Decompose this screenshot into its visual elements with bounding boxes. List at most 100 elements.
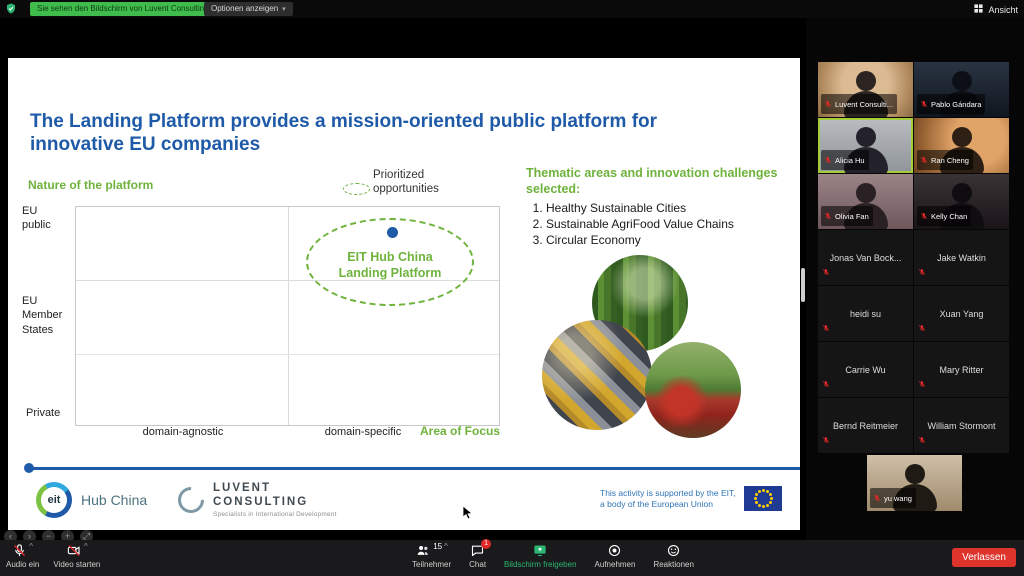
y-axis-label-private: Private [26, 406, 60, 420]
participant-tile[interactable]: Xuan Yang [914, 286, 1009, 341]
chat-icon: 1 [470, 543, 485, 563]
participant-tile[interactable]: Jake Watkin [914, 230, 1009, 285]
participant-name: William Stormont [927, 421, 995, 431]
luvent-tagline: Specialists in International Development [213, 511, 337, 518]
mic-muted-icon [822, 431, 830, 449]
view-button[interactable]: Ansicht [973, 3, 1018, 16]
participant-tile[interactable]: Carrie Wu [818, 342, 913, 397]
share-screen-button[interactable]: Bildschirm freigeben [504, 543, 576, 569]
participants-button[interactable]: 15^ Teilnehmer [412, 543, 451, 569]
audio-button[interactable]: ^ Audio ein [6, 543, 39, 569]
y-axis-label-eu-member-states: EU Member States [22, 294, 74, 337]
matrix-horizontal-gridline-2 [76, 354, 499, 355]
participant-name: Jonas Van Bock... [830, 253, 902, 263]
participant-tile[interactable]: Ran Cheng [914, 118, 1009, 173]
participant-tile[interactable]: William Stormont [914, 398, 1009, 453]
mouse-cursor [462, 505, 473, 525]
mic-muted-icon [920, 151, 928, 169]
participant-name: Olivia Fan [835, 212, 869, 221]
thematic-item-1: Healthy Sustainable Cities [546, 200, 794, 216]
mic-muted-icon [918, 431, 926, 449]
mic-muted-icon [822, 263, 830, 281]
mic-muted-icon [822, 319, 830, 337]
participant-tile[interactable]: Kelly Chan [914, 174, 1009, 229]
participant-tile[interactable]: Olivia Fan [818, 174, 913, 229]
name-strip: Alicia Hu [821, 150, 869, 170]
thematic-item-3: Circular Economy [546, 232, 794, 248]
eu-support-text: This activity is supported by the EIT, a… [600, 488, 738, 511]
participant-tile[interactable]: Mary Ritter [914, 342, 1009, 397]
zoom-window: Sie sehen den Bildschirm von Luvent Cons… [0, 0, 1024, 576]
security-shield-icon[interactable] [5, 2, 17, 20]
view-options-label: Optionen anzeigen [211, 4, 278, 13]
thematic-item-2: Sustainable AgriFood Value Chains [546, 216, 794, 232]
video-button[interactable]: ^ Video starten [53, 543, 100, 569]
slide-title: The Landing Platform provides a mission-… [30, 110, 685, 156]
mic-muted-icon [824, 95, 832, 113]
footer-divider-line [28, 467, 800, 470]
shared-screen-area: The Landing Platform provides a mission-… [0, 18, 806, 540]
eit-hub-text: Hub China [81, 492, 147, 508]
name-strip: Luvent Consulti... [821, 94, 897, 114]
chevron-up-icon[interactable]: ^ [84, 543, 88, 551]
participant-tile[interactable]: Pablo Gándara [914, 62, 1009, 117]
chevron-up-icon[interactable]: ^ [29, 543, 33, 551]
reactions-button[interactable]: Reaktionen [653, 543, 693, 569]
name-strip: Pablo Gándara [917, 94, 985, 114]
participant-name: Kelly Chan [931, 212, 967, 221]
participant-name: Carrie Wu [845, 365, 885, 375]
participant-tile-active-speaker[interactable]: Alicia Hu [818, 118, 913, 173]
mic-muted-icon [824, 151, 832, 169]
gallery-scrollbar[interactable] [801, 268, 805, 302]
mic-muted-icon [873, 489, 881, 507]
view-options-button[interactable]: Optionen anzeigen▾ [204, 2, 293, 16]
chat-button[interactable]: 1 Chat [469, 543, 486, 569]
prioritized-opportunities-label: Prioritized opportunities [373, 168, 459, 197]
mic-muted-icon [920, 207, 928, 225]
participant-tile[interactable]: Jonas Van Bock... [818, 230, 913, 285]
nature-of-platform-label: Nature of the platform [28, 178, 153, 192]
eu-flag-icon [744, 486, 782, 511]
participant-name: Xuan Yang [940, 309, 984, 319]
eu-flag-stars [762, 497, 765, 500]
participant-tile[interactable]: Luvent Consulti... [818, 62, 913, 117]
y-axis-label-eu-public: EU public [22, 204, 64, 233]
mic-muted-icon [918, 319, 926, 337]
participant-name: yu wang [884, 494, 912, 503]
participant-gallery: Luvent Consulti... Pablo Gándara Alicia … [818, 62, 1009, 453]
name-strip: Kelly Chan [917, 206, 971, 226]
platform-marker-dot [387, 227, 398, 238]
meeting-toolbar: ^ Audio ein ^ Video starten 15^ Teilnehm… [0, 540, 1024, 576]
mic-muted-icon [824, 207, 832, 225]
participant-tile[interactable]: Bernd Reitmeier [818, 398, 913, 453]
record-button[interactable]: Aufnehmen [595, 543, 636, 569]
view-label: Ansicht [988, 5, 1018, 15]
chevron-up-icon[interactable]: ^ [444, 543, 448, 551]
photo-industrial-robots [542, 320, 652, 430]
participant-name: Pablo Gándara [931, 100, 981, 109]
video-label: Video starten [53, 560, 100, 569]
x-axis-label-domain-agnostic: domain-agnostic [108, 426, 258, 438]
participant-name: Alicia Hu [835, 156, 865, 165]
screen-share-banner: Sie sehen den Bildschirm von Luvent Cons… [30, 2, 216, 16]
share-screen-label: Bildschirm freigeben [504, 560, 576, 569]
luvent-name-line1: LUVENT [213, 482, 337, 496]
dashed-ellipse-legend-icon [343, 183, 370, 195]
participant-name: Mary Ritter [939, 365, 983, 375]
mic-muted-icon [920, 95, 928, 113]
mic-muted-icon [918, 375, 926, 393]
participant-name: Jake Watkin [937, 253, 986, 263]
reactions-label: Reaktionen [653, 560, 693, 569]
eit-hub-china-logo: eit Hub China [36, 482, 147, 518]
participant-tile[interactable]: heidi su [818, 286, 913, 341]
participants-count: 15 [433, 542, 442, 551]
thematic-areas-heading: Thematic areas and innovation challenges… [526, 166, 788, 197]
participant-tile-self[interactable]: yu wang [867, 455, 962, 511]
participant-name: Luvent Consulti... [835, 100, 893, 109]
area-of-focus-label: Area of Focus [420, 424, 500, 438]
luvent-mark-icon [173, 481, 210, 518]
leave-button[interactable]: Verlassen [952, 548, 1016, 567]
participant-name: heidi su [850, 309, 881, 319]
footer-divider-dot [24, 463, 34, 473]
matrix-vertical-gridline [288, 207, 289, 425]
